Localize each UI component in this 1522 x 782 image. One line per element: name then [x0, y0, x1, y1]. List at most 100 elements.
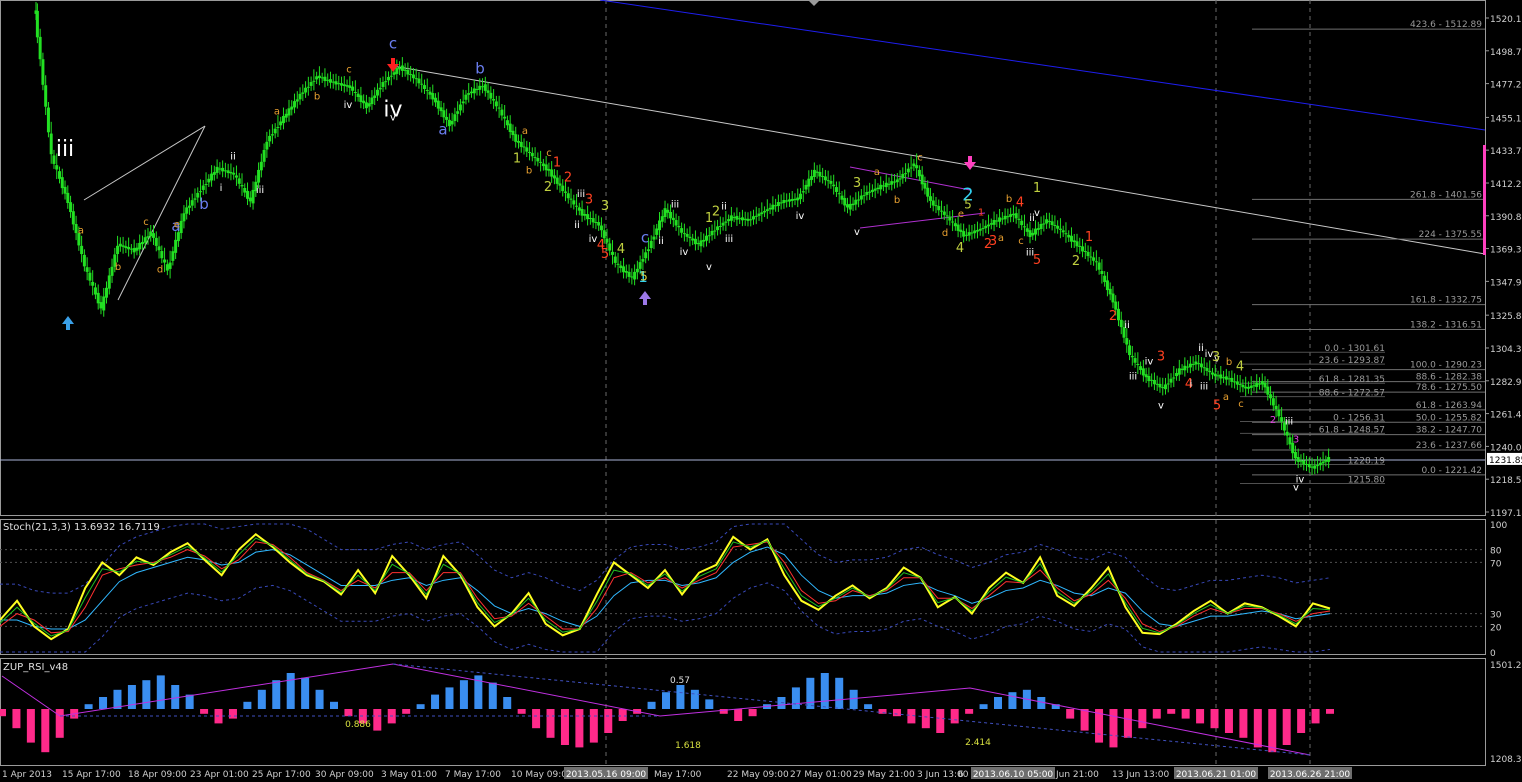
candle-body — [1067, 234, 1071, 238]
rsi-bar — [806, 677, 815, 709]
candle-body — [351, 86, 355, 91]
rsi-axis-label: 1208.36 — [1490, 755, 1522, 765]
candle-body — [1186, 366, 1190, 368]
candle-body — [475, 88, 479, 90]
candle-body — [187, 205, 191, 208]
candle-body — [904, 173, 908, 175]
rsi-bar — [647, 701, 656, 709]
candle-body — [622, 266, 626, 273]
wave-label: d — [942, 228, 948, 239]
candle-body — [467, 93, 471, 95]
current-price-label: 1231.85 — [1489, 456, 1522, 466]
candle-body — [193, 198, 197, 200]
candle-body — [721, 222, 725, 226]
candle-body — [716, 226, 720, 231]
candle-body — [566, 193, 570, 199]
candle-body — [740, 217, 744, 221]
candle-body — [1058, 228, 1062, 230]
candle-body — [226, 170, 230, 174]
rsi-bar — [604, 709, 613, 733]
candle-body — [287, 108, 291, 116]
wave-label: b — [199, 195, 209, 213]
candle-body — [171, 251, 175, 261]
candle-body — [688, 236, 692, 239]
candle-body — [464, 94, 468, 100]
candle-body — [516, 140, 520, 143]
candle-body — [1141, 368, 1145, 376]
rsi-bar — [979, 704, 988, 709]
price-tick-label: 1304.39 — [1490, 345, 1522, 355]
rsi-bar — [171, 685, 180, 709]
time-label: 3 May 01:00 — [381, 770, 437, 780]
candle-body — [539, 161, 543, 163]
candle-body — [165, 264, 169, 271]
candle-body — [1202, 367, 1206, 369]
candle-body — [417, 78, 421, 84]
candle-body — [63, 186, 67, 194]
candle-body — [494, 101, 498, 107]
fib-label: 161.8 - 1332.75 — [1410, 296, 1482, 306]
candle-body — [522, 146, 526, 148]
candle-body — [505, 120, 509, 126]
stoch-axis-label: 80 — [1490, 547, 1502, 557]
candle-body — [630, 276, 634, 278]
candle-body — [342, 84, 346, 86]
candle-body — [1257, 383, 1261, 385]
wave-label: b — [526, 166, 532, 177]
chart-background — [0, 0, 1522, 782]
candle-body — [384, 81, 388, 83]
candle-body — [1296, 457, 1300, 462]
candle-body — [246, 190, 250, 199]
candle-body — [406, 70, 410, 75]
candle-body — [876, 187, 880, 190]
rsi-bar — [546, 709, 555, 738]
rsi-bar — [748, 709, 757, 717]
candle-body — [1241, 384, 1245, 388]
fib-label: 78.6 - 1275.50 — [1416, 383, 1482, 393]
fib-label-small: 61.8 - 1248.57 — [1319, 425, 1385, 435]
candle-body — [1230, 377, 1234, 382]
candle-body — [290, 106, 294, 110]
rsi-bar — [330, 701, 338, 709]
time-label-boxed: 2013.05.16 09:00 — [566, 770, 647, 780]
candle-body — [99, 302, 103, 309]
candle-body — [550, 169, 554, 177]
candle-body — [591, 218, 595, 223]
candle-body — [953, 223, 957, 227]
candle-body — [1078, 245, 1082, 247]
price-tick-label: 1520.15 — [1490, 15, 1522, 25]
candle-body — [657, 220, 661, 231]
wave-label: a — [1223, 392, 1229, 403]
candle-body — [555, 177, 559, 184]
candle-body — [1180, 368, 1184, 370]
candle-body — [46, 107, 50, 133]
candle-body — [743, 218, 747, 220]
fib-label: 88.6 - 1282.38 — [1416, 373, 1482, 383]
time-label: Jun 21:00 — [1055, 770, 1099, 780]
candle-body — [514, 134, 518, 142]
candle-body — [1125, 338, 1129, 345]
candle-body — [870, 189, 874, 192]
candle-body — [829, 180, 833, 184]
rsi-bar — [1008, 692, 1017, 709]
wave-label: e — [174, 220, 180, 231]
rsi-bar — [1268, 709, 1277, 753]
candle-body — [671, 217, 675, 221]
candle-body — [1277, 409, 1281, 417]
candle-body — [536, 158, 540, 162]
candle-body — [884, 182, 888, 188]
candle-body — [865, 192, 869, 195]
candle-body — [1166, 383, 1170, 385]
fib-label: 224 - 1375.55 — [1419, 230, 1482, 240]
candle-body — [1017, 218, 1021, 220]
candle-body — [710, 231, 714, 236]
candle-body — [597, 222, 601, 226]
candle-body — [1105, 280, 1109, 291]
price-tick-label: 1412.25 — [1490, 180, 1522, 190]
candle-body — [237, 178, 241, 184]
candle-body — [1246, 386, 1250, 389]
candle-body — [127, 247, 131, 250]
candle-body — [616, 263, 620, 265]
candle-body — [442, 110, 446, 118]
rsi-bar — [1224, 709, 1233, 733]
